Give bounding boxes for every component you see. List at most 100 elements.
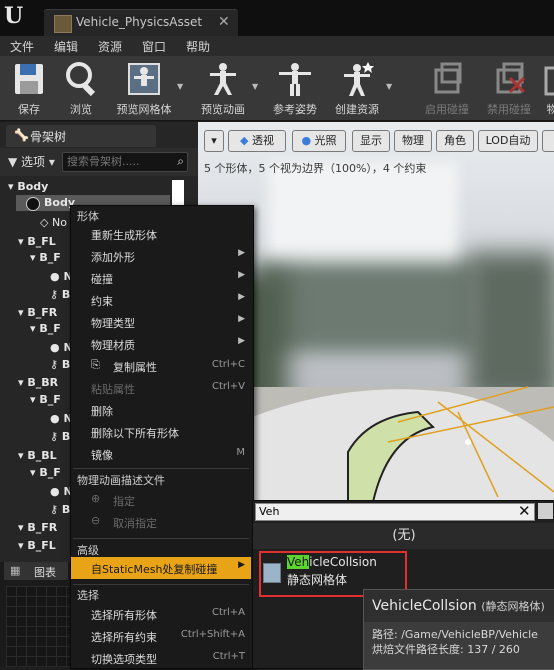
tree-item-body-bone[interactable]: ▾ Body — [8, 180, 48, 193]
perspective-icon: ◆ — [240, 134, 249, 147]
unreal-logo: U — [4, 3, 24, 29]
options-filter-button[interactable]: ▼ 选项 ▾ — [8, 153, 55, 170]
static-mesh-thumbnail — [263, 563, 281, 583]
skeleton-tree-tab-label: 骨架树 — [30, 130, 67, 144]
tree-item-label: B_FL — [27, 235, 56, 248]
tooltip-cook-path-length: 烘焙文件路径长度: 137 / 260 — [372, 643, 520, 656]
menu-physical-material[interactable]: 物理材质 ▶ — [71, 333, 251, 355]
menu-copy-collision-from-staticmesh[interactable]: 自StaticMesh处复制碰撞 ▶ — [71, 557, 251, 579]
menu-select-all-constraints[interactable]: 选择所有约束 Ctrl+Shift+A — [71, 625, 251, 647]
menu-item-shortcut: Ctrl+T — [212, 651, 245, 662]
menu-item-shortcut: Ctrl+V — [211, 381, 245, 392]
tree-item-label: B_FL — [27, 539, 56, 552]
tree-item-b-f-2[interactable]: ▾ B_F — [30, 322, 61, 335]
tree-item-b-fl[interactable]: ▾ B_FL — [18, 235, 56, 248]
lit-label: 光照 — [314, 134, 337, 147]
section-advanced: 高级 — [77, 544, 99, 557]
tree-item-b-f-3[interactable]: ▾ B_F — [30, 393, 61, 406]
viewport-extra-button[interactable] — [542, 130, 554, 152]
preview-anim-button[interactable]: 预览动画 — [196, 60, 250, 117]
skeleton-search-input[interactable] — [63, 153, 171, 169]
disable-collision-button[interactable]: 禁用碰撞 — [482, 60, 536, 117]
menu-regenerate-bodies[interactable]: 重新生成形体 — [71, 223, 251, 245]
tree-item-b-1[interactable]: ⚷ B — [50, 288, 70, 301]
copy-icon: ⎘ — [91, 358, 100, 371]
menu-select-all-bodies[interactable]: 选择所有形体 Ctrl+A — [71, 603, 251, 625]
skeleton-tree-tab[interactable]: 🦴 骨架树 — [6, 125, 156, 147]
save-icon — [15, 64, 43, 94]
none-option[interactable]: (无) — [253, 523, 554, 549]
tree-item-no[interactable]: ◇ No — [40, 216, 67, 229]
tree-item-b-br[interactable]: ▾ B_BR — [18, 376, 58, 389]
menu-assign[interactable]: ⊕ 指定 — [71, 489, 251, 511]
menu-collision[interactable]: 碰撞 ▶ — [71, 267, 251, 289]
browse-button[interactable]: 浏览 — [60, 60, 102, 117]
tree-item-b-bl[interactable]: ▾ B_BL — [18, 449, 57, 462]
menu-window[interactable]: 窗口 — [142, 38, 166, 55]
physics-view-button[interactable]: 物理 — [394, 130, 432, 152]
show-button[interactable]: 显示 — [352, 130, 390, 152]
physics-button[interactable]: 物 — [542, 60, 554, 117]
close-tab-icon[interactable]: ✕ — [218, 14, 230, 30]
enable-collision-button[interactable]: 启用碰撞 — [420, 60, 474, 117]
create-asset-dropdown-icon[interactable]: ▼ — [386, 82, 392, 91]
preview-mesh-button[interactable]: 预览网格体 — [112, 60, 176, 117]
menu-delete[interactable]: 删除 — [71, 399, 251, 421]
document-tab-label: Vehicle_PhysicsAsset — [76, 15, 203, 29]
viewport-building-lower — [258, 262, 478, 352]
menu-paste-properties[interactable]: 粘贴属性 Ctrl+V — [71, 377, 251, 399]
lod-auto-button[interactable]: LOD自动 — [478, 130, 538, 152]
enable-collision-icon — [434, 62, 462, 94]
tree-item-b-2[interactable]: ⚷ B — [50, 358, 70, 371]
menu-unassign[interactable]: ⊖ 取消指定 — [71, 511, 251, 533]
menu-item-label: 物理类型 — [91, 317, 135, 330]
viewport-menu-button[interactable]: ▾ — [204, 130, 224, 152]
character-button[interactable]: 角色 — [436, 130, 474, 152]
tooltip-path: 路径: /Game/VehicleBP/Vehicle — [372, 628, 538, 641]
viewport-stats: 5 个形体，5 个视为边界（100%），4 个约束 — [204, 162, 427, 175]
graph-canvas[interactable] — [6, 586, 70, 667]
menu-mirror[interactable]: 镜像 M — [71, 443, 251, 465]
create-asset-button[interactable]: 创建资源 — [330, 60, 384, 117]
asset-search-box[interactable]: ✕ — [255, 502, 535, 521]
menu-item-label: 自StaticMesh处复制碰撞 — [91, 563, 218, 576]
clear-search-icon[interactable]: ✕ — [518, 502, 531, 520]
user-filter-icon[interactable] — [538, 503, 553, 519]
tree-item-b-3[interactable]: ⚷ B — [50, 430, 70, 443]
tree-item-b-f-4[interactable]: ▾ B_F — [30, 466, 61, 479]
tree-item-b-f-1[interactable]: ▾ B_F — [30, 251, 61, 264]
skeleton-search-box[interactable]: ⌕ — [62, 152, 188, 172]
document-tab[interactable]: Vehicle_PhysicsAsset ✕ — [44, 9, 238, 37]
unassign-icon: ⊖ — [91, 514, 101, 527]
menu-delete-all-below[interactable]: 删除以下所有形体 — [71, 421, 251, 443]
menu-edit[interactable]: 编辑 — [54, 38, 78, 55]
menu-item-label: 选择所有约束 — [91, 631, 157, 644]
menu-item-shortcut: M — [236, 447, 245, 458]
menu-file[interactable]: 文件 — [10, 38, 34, 55]
menu-physics-type[interactable]: 物理类型 ▶ — [71, 311, 251, 333]
save-button[interactable]: 保存 — [8, 60, 50, 117]
tree-item-b-fr[interactable]: ▾ B_FR — [18, 306, 57, 319]
perspective-button[interactable]: ◆ 透视 — [228, 130, 286, 152]
graph-tab[interactable]: ▦ 图表 — [4, 562, 68, 580]
menu-constraints[interactable]: 约束 ▶ — [71, 289, 251, 311]
menu-toggle-selection-type[interactable]: 切换选项类型 Ctrl+T — [71, 647, 251, 669]
tree-item-b-fr-2[interactable]: ▾ B_FR — [18, 521, 57, 534]
tree-item-b-fl-2[interactable]: ▾ B_FL — [18, 539, 56, 552]
tree-item-b-4[interactable]: ⚷ B — [50, 503, 70, 516]
menu-item-label: 指定 — [113, 495, 135, 508]
menu-help[interactable]: 帮助 — [186, 38, 210, 55]
asset-search-input[interactable] — [256, 504, 512, 519]
menu-add-shape[interactable]: 添加外形 ▶ — [71, 245, 251, 267]
lit-button[interactable]: ● 光照 — [292, 130, 346, 152]
menu-item-label: 重新生成形体 — [91, 229, 157, 242]
menu-item-shortcut: Ctrl+A — [211, 607, 245, 618]
ref-pose-button[interactable]: 参考姿势 — [268, 60, 322, 117]
menu-copy-properties[interactable]: ⎘ 复制属性 Ctrl+C — [71, 355, 251, 377]
submenu-arrow-icon: ▶ — [238, 270, 245, 280]
menu-asset[interactable]: 资源 — [98, 38, 122, 55]
menu-bar: 文件 编辑 资源 窗口 帮助 — [0, 36, 554, 56]
preview-anim-icon — [210, 63, 236, 95]
preview-anim-dropdown-icon[interactable]: ▼ — [252, 82, 258, 91]
preview-mesh-dropdown-icon[interactable]: ▼ — [177, 82, 183, 91]
